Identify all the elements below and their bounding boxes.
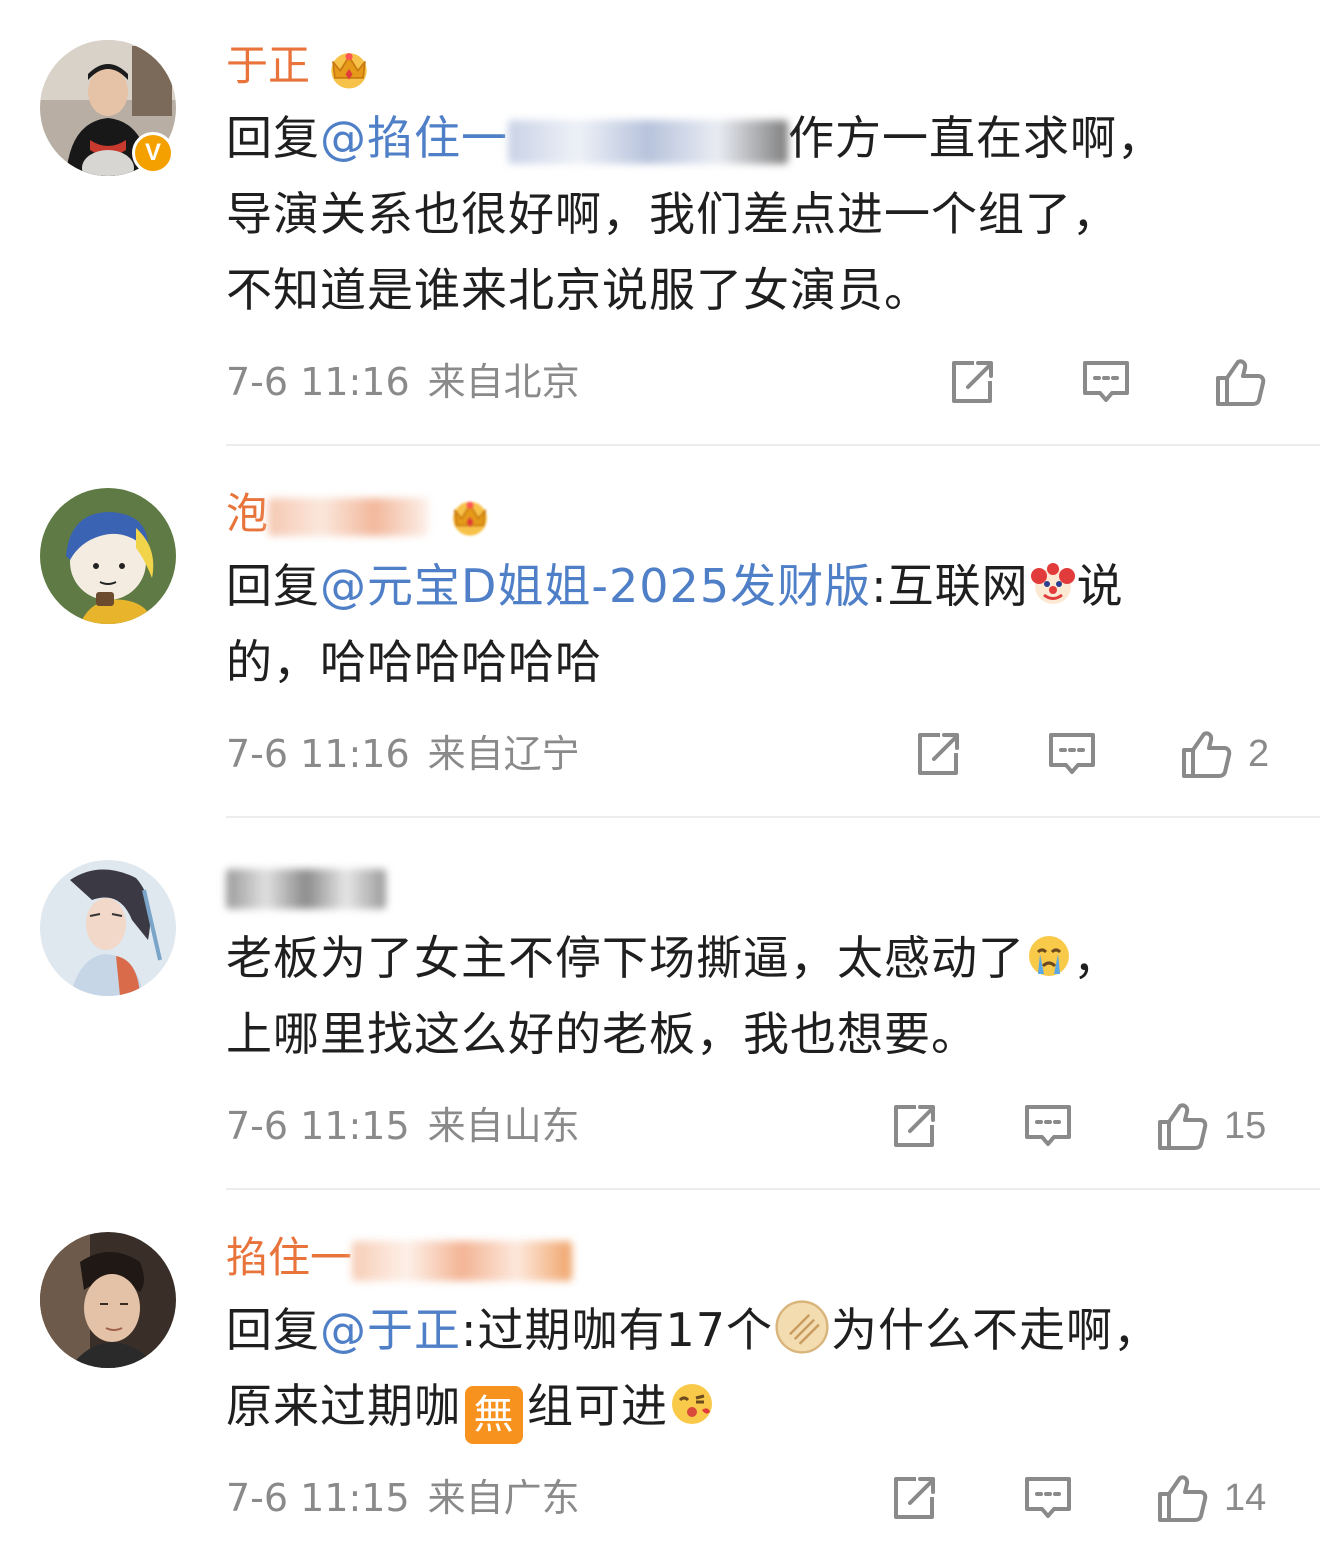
comment-location: 来自山东 [427,1104,580,1148]
comment-meta: 7-6 11:16 来自北京 [226,358,580,406]
avatar[interactable] [40,860,176,996]
crying-emoji [1029,936,1069,976]
comment-actions: 14 [886,1470,1266,1526]
comment-line: 组可进 [527,1379,668,1433]
kiss-emoji [672,1384,712,1424]
redacted-text [226,868,386,909]
comment-username[interactable]: 掐住一 [226,1232,573,1284]
reply-prefix: 回复 [226,111,320,165]
like-count: 15 [1224,1104,1267,1147]
comment-time: 7-6 11:15 [226,1104,410,1148]
mention-link[interactable]: @掐住一 [320,111,508,165]
comment-icon[interactable] [1020,1098,1076,1154]
comment-time: 7-6 11:16 [226,732,410,776]
reply-prefix: 回复 [226,559,320,613]
share-icon[interactable] [886,1098,942,1154]
reply-text-rest: 作方一直在求啊， [788,111,1164,165]
mention-link[interactable]: @于正 [320,1303,461,1357]
comment-time: 7-6 11:15 [226,1476,410,1520]
cookie-emoji [775,1300,829,1354]
clown-emoji [1030,563,1075,604]
comment-icon[interactable] [1078,354,1134,410]
comment-location: 来自广东 [427,1476,580,1520]
reply-text-tail: 说 [1076,559,1124,613]
avatar[interactable] [40,488,176,624]
comment-text: 回复@于正:过期咖有17个 为什么不走啊， 原来过期咖無组可进 [226,1292,1286,1444]
like-count: 2 [1248,732,1270,775]
comment-username[interactable]: 泡 [226,488,498,540]
comment-meta: 7-6 11:15 来自广东 [226,1474,580,1522]
redacted-text [508,119,788,164]
comment-line: 上哪里找这么好的老板，我也想要。 [226,1007,978,1061]
comment-line-tail: ， [1073,931,1120,985]
share-icon[interactable] [910,726,966,782]
like-icon[interactable] [1178,726,1234,782]
like-icon[interactable] [1212,354,1268,410]
comment-text: 回复@元宝D姐姐-2025发财版:互联网说 的，哈哈哈哈哈哈 [226,548,1286,700]
comment-location: 来自北京 [427,360,580,404]
comment-actions: 2 [910,726,1269,782]
username-text[interactable]: 掐住一 [226,1233,352,1282]
crown-icon [324,46,374,92]
like-count: 14 [1224,1476,1267,1519]
reply-text-tail: 为什么不走啊， [831,1303,1161,1357]
comment-meta: 7-6 11:15 来自山东 [226,1102,580,1150]
comment-text: 回复@掐住一 作方一直在求啊， 导演关系也很好啊，我们差点进一个组了， 不知道是谁… [226,100,1286,328]
redacted-text [352,1240,573,1281]
comment-item: 掐住一 回复@于正:过期咖有17个 为什么不走啊， 原来过期咖無组可进 7-6 1… [0,1190,1320,1558]
username-text[interactable]: 泡 [226,489,268,538]
comment-line: 的，哈哈哈哈哈哈 [226,635,602,689]
redacted-text [268,497,429,536]
comment-username[interactable]: 于正 [226,40,374,92]
avatar[interactable] [40,1232,176,1368]
none-badge-icon: 無 [465,1386,523,1444]
comment-actions [944,354,1282,410]
reply-prefix: 回复 [226,1303,320,1357]
comment-username[interactable] [226,860,386,912]
share-icon[interactable] [944,354,1000,410]
comment-text: 老板为了女主不停下场撕逼，太感动了 ， 上哪里找这么好的老板，我也想要。 [226,920,1286,1072]
comment-line: 不知道是谁来北京说服了女演员。 [226,263,931,317]
verified-badge-icon: V [132,132,174,174]
comment-icon[interactable] [1020,1470,1076,1526]
comment-icon[interactable] [1044,726,1100,782]
comment-meta: 7-6 11:16 来自辽宁 [226,730,580,778]
username-text[interactable]: 于正 [226,41,310,90]
crown-icon [442,495,498,539]
share-icon[interactable] [886,1470,942,1526]
comment-line: 导演关系也很好啊，我们差点进一个组了， [226,187,1119,241]
mention-link[interactable]: @元宝D姐姐-2025发财版 [320,559,871,613]
comment-location: 来自辽宁 [427,732,580,776]
like-icon[interactable] [1154,1470,1210,1526]
reply-text-rest: :互联网 [871,559,1029,613]
comment-item: V 于正 回复@掐住一 作方一直在求啊， 导演关系也很好啊，我们差点进一个组了， … [0,0,1320,446]
comment-time: 7-6 11:16 [226,360,410,404]
comment-item: 泡 回复@元宝D姐姐-2025发财版:互联网说 的，哈哈哈哈哈哈 7-6 11:… [0,446,1320,818]
comment-item: 老板为了女主不停下场撕逼，太感动了 ， 上哪里找这么好的老板，我也想要。 7-6 … [0,818,1320,1190]
reply-text-rest: :过期咖有17个 [461,1303,774,1357]
comment-actions: 15 [886,1098,1266,1154]
comment-line: 原来过期咖 [226,1379,461,1433]
like-icon[interactable] [1154,1098,1210,1154]
comment-line: 老板为了女主不停下场撕逼，太感动了 [226,931,1025,985]
